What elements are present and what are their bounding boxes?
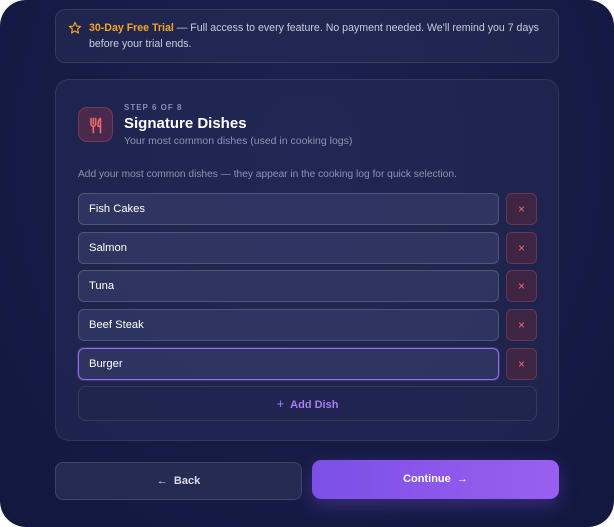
dish-row: × <box>78 232 537 264</box>
remove-dish-button[interactable]: × <box>506 348 537 380</box>
add-dish-label: Add Dish <box>290 399 339 411</box>
star-icon <box>68 21 82 34</box>
back-label: Back <box>173 475 201 487</box>
onboarding-frame: 30-Day Free Trial — Full access to every… <box>0 0 614 527</box>
arrow-right-icon: → <box>456 473 468 485</box>
page-title: Signature Dishes <box>124 115 247 132</box>
dish-input-1[interactable] <box>78 193 499 225</box>
remove-dish-button[interactable]: × <box>506 232 537 264</box>
dish-row: × <box>78 193 537 225</box>
dish-input-2[interactable] <box>78 232 499 264</box>
continue-button[interactable]: Continue → <box>312 460 559 499</box>
dishes-hint: Add your most common dishes — they appea… <box>78 169 457 180</box>
page-subtitle: Your most common dishes (used in cooking… <box>124 135 353 147</box>
arrow-left-icon: ← <box>156 475 168 487</box>
step-counter: STEP 6 OF 8 <box>124 103 183 112</box>
dish-row: × <box>78 270 537 302</box>
remove-dish-button[interactable]: × <box>506 270 537 302</box>
trial-banner-text: 30-Day Free Trial — Full access to every… <box>89 21 551 52</box>
back-button[interactable]: ← Back <box>55 462 302 500</box>
remove-dish-button[interactable]: × <box>506 309 537 341</box>
add-dish-button[interactable]: + Add Dish <box>78 386 537 421</box>
trial-highlight: 30-Day Free Trial <box>89 22 174 34</box>
trial-banner: 30-Day Free Trial — Full access to every… <box>55 9 559 63</box>
remove-dish-button[interactable]: × <box>506 193 537 225</box>
utensils-icon <box>78 107 113 142</box>
dish-input-5[interactable] <box>78 348 499 380</box>
dish-input-4[interactable] <box>78 309 499 341</box>
dish-row: × <box>78 309 537 341</box>
dish-row: × <box>78 348 537 380</box>
step-card: STEP 6 OF 8 Signature Dishes Your most c… <box>55 79 559 441</box>
dish-input-3[interactable] <box>78 270 499 302</box>
plus-icon: + <box>276 396 285 411</box>
continue-label: Continue <box>403 473 451 485</box>
